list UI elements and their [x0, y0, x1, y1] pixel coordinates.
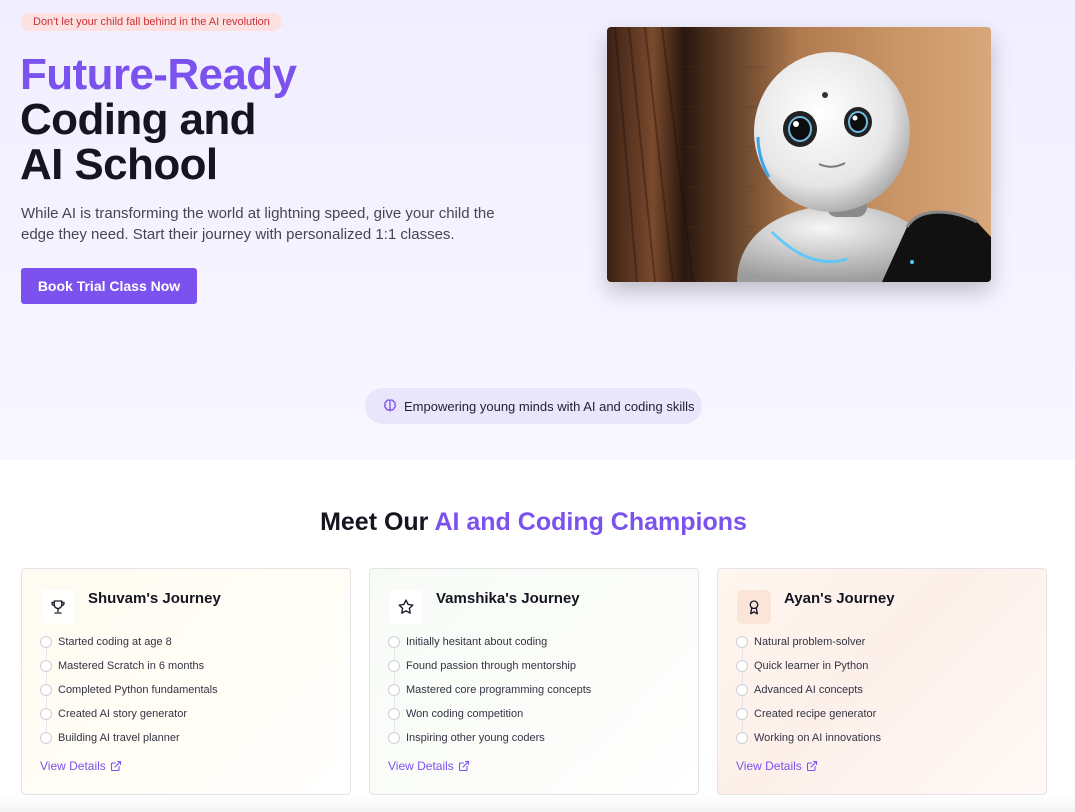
champions-title-accent: AI and Coding Champions: [434, 508, 747, 536]
trophy-icon: [41, 590, 75, 624]
tagline-pill: Empowering young minds with AI and codin…: [365, 388, 702, 424]
milestone-item: Won coding competition: [388, 707, 591, 731]
milestone-list: Natural problem-solver Quick learner in …: [736, 635, 881, 755]
milestone-item: Building AI travel planner: [40, 731, 218, 755]
milestone-item: Natural problem-solver: [736, 635, 881, 659]
milestone-item: Completed Python fundamentals: [40, 683, 218, 707]
milestone-item: Mastered core programming concepts: [388, 683, 591, 707]
card-title: Vamshika's Journey: [436, 590, 580, 607]
champions-title: Meet Our AI and Coding Champions: [0, 508, 1067, 537]
milestone-item: Mastered Scratch in 6 months: [40, 659, 218, 683]
milestone-item: Quick learner in Python: [736, 659, 881, 683]
milestone-item: Created AI story generator: [40, 707, 218, 731]
star-icon: [389, 590, 423, 624]
view-details-link[interactable]: View Details: [736, 759, 818, 773]
hero-badge: Don't let your child fall behind in the …: [21, 13, 282, 31]
champion-card-ayan: Ayan's Journey Natural problem-solver Qu…: [717, 568, 1047, 795]
milestone-item: Working on AI innovations: [736, 731, 881, 755]
view-details-link[interactable]: View Details: [388, 759, 470, 773]
milestone-list: Started coding at age 8 Mastered Scratch…: [40, 635, 218, 755]
milestone-item: Started coding at age 8: [40, 635, 218, 659]
brain-icon: [382, 398, 398, 414]
external-link-icon: [458, 760, 470, 772]
book-trial-button[interactable]: Book Trial Class Now: [21, 268, 197, 304]
champion-card-shuvam: Shuvam's Journey Started coding at age 8…: [21, 568, 351, 795]
card-title: Shuvam's Journey: [88, 590, 221, 607]
milestone-list: Initially hesitant about coding Found pa…: [388, 635, 591, 755]
robot-illustration: [607, 27, 991, 282]
milestone-item: Inspiring other young coders: [388, 731, 591, 755]
robot-photo: [607, 27, 991, 282]
award-icon: [737, 590, 771, 624]
tagline-text: Empowering young minds with AI and codin…: [404, 398, 695, 414]
milestone-item: Initially hesitant about coding: [388, 635, 591, 659]
card-title: Ayan's Journey: [784, 590, 895, 607]
hero-title-line3: AI School: [20, 140, 218, 189]
champion-card-vamshika: Vamshika's Journey Initially hesitant ab…: [369, 568, 699, 795]
milestone-item: Advanced AI concepts: [736, 683, 881, 707]
hero-title-line2: Coding and: [20, 95, 257, 144]
hero-description: While AI is transforming the world at li…: [21, 205, 495, 243]
champions-title-prefix: Meet Our: [320, 508, 435, 536]
external-link-icon: [110, 760, 122, 772]
milestone-item: Found passion through mentorship: [388, 659, 591, 683]
page-bottom-edge: [0, 796, 1075, 812]
hero-section: Don't let your child fall behind in the …: [0, 0, 1075, 460]
external-link-icon: [806, 760, 818, 772]
milestone-item: Created recipe generator: [736, 707, 881, 731]
hero-title: Future-Ready Coding and AI School: [20, 50, 297, 189]
hero-title-accent: Future-Ready: [20, 50, 297, 99]
view-details-link[interactable]: View Details: [40, 759, 122, 773]
